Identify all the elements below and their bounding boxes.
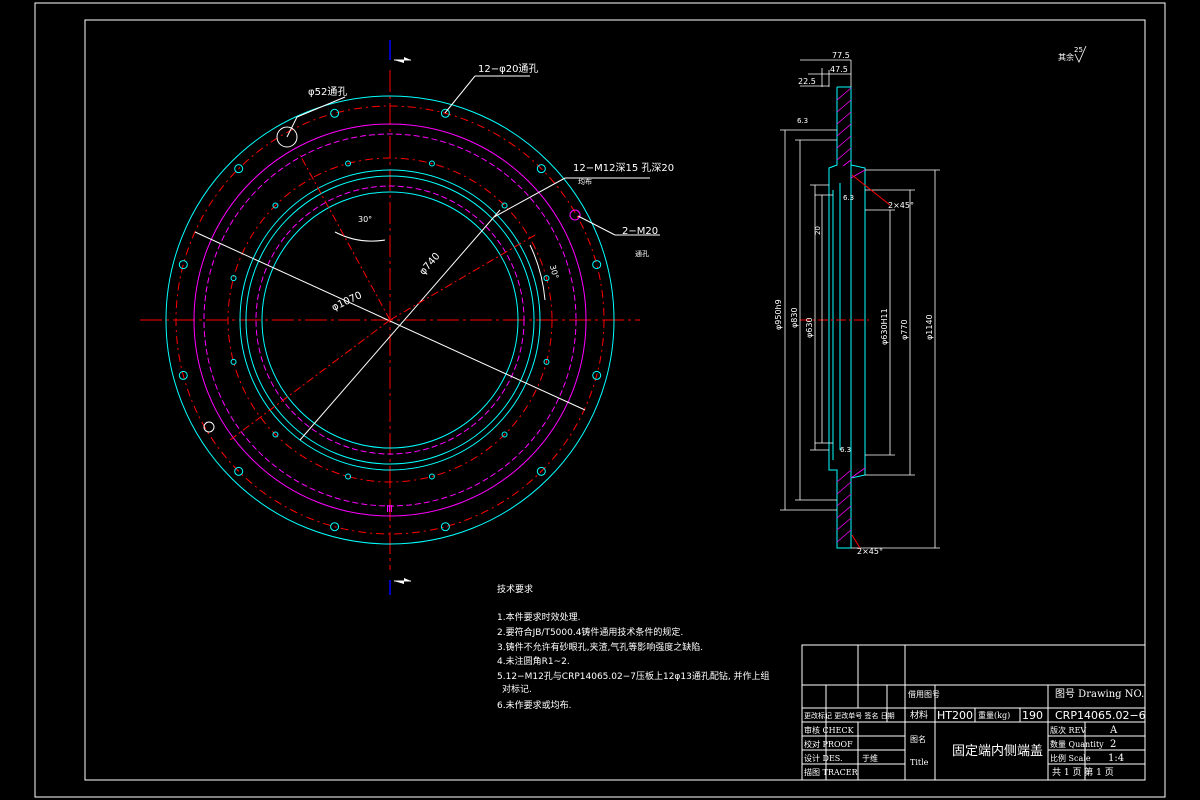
section-view: 77.5 47.5 22.5 φ950h9 φ830 φ630 φ630H11 …	[774, 45, 1087, 556]
tb-scale-value: 1:4	[1108, 753, 1124, 764]
tb-designer: 于维	[862, 753, 878, 763]
dim-d630h11: φ630H11	[880, 308, 889, 345]
tb-scale-label: 比例 Scale	[1050, 753, 1091, 763]
tb-revision-header: 更改标记 更改单号 签名 日期	[804, 711, 895, 720]
tech-item-5: 5.12−M12孔与CRP14065.02−7压板上12φ13通孔配钻, 并作上…	[497, 670, 770, 682]
tb-qty-value: 2	[1110, 739, 1116, 750]
inner-frame	[84, 19, 1146, 781]
tb-title-value: 固定端内侧端盖	[952, 743, 1043, 759]
callout-hole-52: φ52通孔	[308, 86, 347, 98]
tb-tracer: 描图 TRACER	[804, 767, 859, 777]
front-view: 12−φ20通孔 φ52通孔 12−M12深15 孔深20 均布 2−M20 通…	[140, 40, 674, 595]
tech-title: 技术要求	[497, 583, 533, 595]
dim-chamfer-2: 2×45°	[857, 547, 883, 556]
tb-check: 审核 CHECK	[804, 725, 855, 735]
dim-d630: φ630	[805, 317, 814, 338]
dim-22-5: 22.5	[798, 77, 816, 86]
tb-title-label: Title	[910, 758, 929, 767]
dim-47-5: 47.5	[830, 65, 848, 74]
tb-weight-label: 重量(kg)	[978, 710, 1010, 720]
dim-d740: φ740	[417, 251, 442, 278]
tb-qty-label: 数量 Quantity	[1050, 739, 1104, 749]
callout-tapped-2: 2−M20	[622, 226, 658, 237]
dim-20: 20	[814, 226, 822, 235]
bolt-hole-inner	[230, 358, 237, 365]
tb-rev-value: A	[1109, 725, 1118, 736]
tb-drawing-no-label: 图号 Drawing NO.	[1055, 688, 1144, 700]
dim-angle-b: 30°	[548, 264, 560, 280]
tech-requirements: 技术要求 1.本件要求时效处理. 2.要符合JB/T5000.4铸件通用技术条件…	[497, 583, 770, 711]
tb-material-label: 材料	[910, 709, 928, 721]
bolt-hole-outer	[178, 260, 188, 270]
roughness-3: 6.3	[840, 446, 851, 454]
dim-d770: φ770	[900, 319, 909, 340]
tech-item-2: 2.要符合JB/T5000.4铸件通用技术条件的规定.	[497, 626, 683, 638]
roughness-2: 6.3	[843, 194, 854, 202]
bolt-hole-inner	[501, 202, 508, 209]
tb-sheet-label: 共 1 页 第 1 页	[1052, 766, 1114, 778]
callout-tapped-2-sub: 通孔	[635, 249, 649, 258]
tb-rev-label: 版次 REV	[1050, 725, 1086, 735]
bolt-hole-outer	[330, 108, 340, 118]
cad-drawing-canvas: 12−φ20通孔 φ52通孔 12−M12深15 孔深20 均布 2−M20 通…	[34, 2, 1166, 798]
bolt-hole-outer	[440, 522, 450, 532]
tb-material-value: HT200	[937, 709, 973, 722]
callout-holes-12: 12−φ20通孔	[478, 63, 538, 75]
dim-77-5: 77.5	[832, 51, 850, 60]
dim-d1140: φ1140	[925, 314, 934, 340]
tech-item-3: 3.铸件不允许有砂眼孔,夹渣,气孔等影响强度之缺陷.	[497, 641, 703, 653]
tech-item-5b: 对标记.	[502, 683, 532, 695]
dim-chamfer-1: 2×45°	[888, 201, 914, 210]
dim-d830: φ830	[790, 307, 799, 328]
roughness-1: 6.3	[797, 117, 808, 125]
callout-tapped-12-sub: 均布	[578, 177, 592, 186]
dim-d950h9: φ950h9	[774, 299, 783, 330]
tb-name-label: 图名	[910, 734, 926, 744]
tb-proof: 校对 PROOF	[804, 739, 853, 749]
tech-item-6: 6.未作要求或均布.	[497, 699, 571, 711]
bolt-hole-outer	[330, 522, 340, 532]
tb-drawing-no: CRP14065.02−6	[1055, 709, 1146, 722]
tb-weight-value: 190	[1022, 709, 1043, 722]
mark-label: Ⅲ	[386, 504, 393, 515]
roughness-other-value: 25	[1074, 46, 1083, 54]
dim-angle-a: 30°	[358, 215, 372, 224]
tb-related-label: 借用图号	[908, 689, 940, 699]
tb-design: 设计 DES.	[804, 753, 843, 763]
bolt-hole-outer	[592, 260, 602, 270]
dim-d1070: φ1070	[330, 290, 364, 314]
tech-item-4: 4.未注圆角R1~2.	[497, 655, 570, 667]
callout-tapped-12: 12−M12深15 孔深20	[573, 162, 674, 174]
tech-item-1: 1.本件要求时效处理.	[497, 611, 580, 623]
roughness-other: 其余	[1058, 52, 1074, 62]
